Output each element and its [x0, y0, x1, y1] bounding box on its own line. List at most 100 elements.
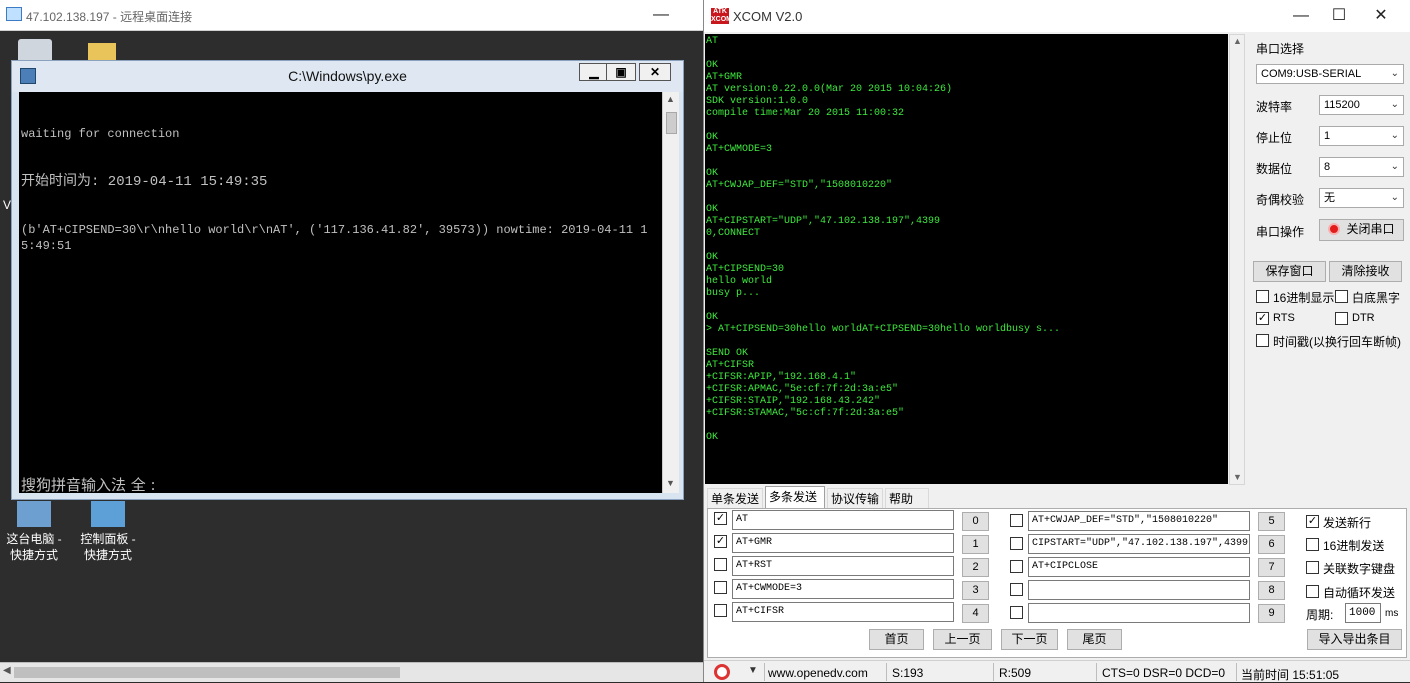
console-line: (b'AT+CIPSEND=30\r\nhello world\r\nAT', …: [21, 223, 648, 253]
send-row-button[interactable]: 5: [1258, 512, 1285, 531]
data-bits-label: 数据位: [1256, 162, 1293, 176]
scroll-down-icon[interactable]: ▼: [666, 478, 675, 488]
ime-status: 搜狗拼音输入法 全 :: [21, 476, 156, 494]
minimize-icon[interactable]: —: [1290, 5, 1312, 27]
website-link[interactable]: www.openedv.com: [768, 666, 868, 680]
send-row-button[interactable]: 9: [1258, 604, 1285, 623]
send-row-button[interactable]: 2: [962, 558, 989, 577]
console-scrollbar[interactable]: ▲ ▼: [662, 92, 679, 493]
stop-bits-select[interactable]: 1 ⌄: [1319, 126, 1404, 146]
auto-loop-checkbox[interactable]: [1306, 585, 1319, 598]
rts-label: RTS: [1273, 312, 1295, 324]
period-label: 周期:: [1306, 608, 1334, 622]
send-row-checkbox[interactable]: [1010, 537, 1023, 550]
this-pc-shortcut[interactable]: 这台电脑 - 快捷方式: [2, 501, 66, 563]
send-row-input[interactable]: AT+CIPCLOSE: [1028, 557, 1250, 577]
send-row-checkbox[interactable]: ✓: [714, 535, 727, 548]
send-row-input[interactable]: AT+GMR: [732, 533, 954, 553]
link-keyboard-checkbox[interactable]: [1306, 561, 1319, 574]
send-row-input[interactable]: AT+RST: [732, 556, 954, 576]
auto-loop-label: 自动循环发送: [1323, 586, 1396, 600]
hex-display-label: 16进制显示: [1273, 291, 1335, 305]
send-row-input[interactable]: AT+CWMODE=3: [732, 579, 954, 599]
send-row-checkbox[interactable]: ✓: [714, 512, 727, 525]
control-panel-shortcut[interactable]: 控制面板 - 快捷方式: [76, 501, 140, 563]
period-input[interactable]: 1000: [1345, 603, 1381, 623]
scroll-up-icon[interactable]: ▲: [1233, 36, 1242, 46]
console-line: waiting for connection: [21, 127, 180, 141]
settings-gear-icon[interactable]: [714, 664, 730, 680]
close-icon[interactable]: ✕: [1370, 5, 1392, 27]
scroll-left-icon[interactable]: ◀: [3, 665, 11, 676]
send-row-input[interactable]: [1028, 603, 1250, 623]
first-page-button[interactable]: 首页: [869, 629, 924, 650]
save-window-button[interactable]: 保存窗口: [1253, 261, 1326, 282]
send-row-button[interactable]: 3: [962, 581, 989, 600]
close-port-label: 关闭串口: [1346, 222, 1395, 236]
send-row-input[interactable]: [1028, 580, 1250, 600]
stop-bits-label: 停止位: [1256, 131, 1293, 145]
rts-checkbox[interactable]: ✓: [1256, 312, 1269, 325]
send-row-checkbox[interactable]: [714, 604, 727, 617]
horizontal-scroll-thumb[interactable]: [14, 667, 400, 678]
tab-help[interactable]: 帮助: [885, 488, 929, 508]
hex-send-checkbox[interactable]: [1306, 538, 1319, 551]
clear-receive-button[interactable]: 清除接收: [1329, 261, 1402, 282]
next-page-button[interactable]: 下一页: [1001, 629, 1058, 650]
chevron-down-icon: ⌄: [1390, 130, 1399, 141]
scroll-up-icon[interactable]: ▲: [666, 94, 675, 104]
hex-display-checkbox[interactable]: [1256, 290, 1269, 303]
tab-protocol[interactable]: 协议传输: [827, 488, 883, 508]
send-row-checkbox[interactable]: [1010, 514, 1023, 527]
import-export-button[interactable]: 导入导出条目: [1307, 629, 1402, 650]
horizontal-scrollbar[interactable]: ◀: [0, 662, 703, 682]
stop-bits-value: 1: [1324, 130, 1331, 142]
send-row-button[interactable]: 1: [962, 535, 989, 554]
tab-single-send[interactable]: 单条发送: [707, 488, 763, 508]
send-row-button[interactable]: 0: [962, 512, 989, 531]
send-row-checkbox[interactable]: [1010, 583, 1023, 596]
maximize-icon[interactable]: ☐: [1328, 5, 1350, 27]
send-row-checkbox[interactable]: [714, 581, 727, 594]
dtr-label: DTR: [1352, 312, 1375, 324]
send-row-input[interactable]: AT+CWJAP_DEF="STD","1508010220": [1028, 511, 1250, 531]
receive-scrollbar[interactable]: ▲ ▼: [1229, 34, 1245, 485]
send-row-input[interactable]: AT+CIFSR: [732, 602, 954, 622]
console-minimize-button[interactable]: ▁: [579, 63, 609, 81]
scroll-down-icon[interactable]: ▼: [1233, 472, 1242, 482]
send-newline-checkbox[interactable]: ✓: [1306, 515, 1319, 528]
send-row-input[interactable]: AT: [732, 510, 954, 530]
dtr-checkbox[interactable]: [1335, 312, 1348, 325]
minimize-icon[interactable]: —: [650, 4, 672, 26]
chevron-down-icon: ⌄: [1390, 99, 1399, 110]
send-row-checkbox[interactable]: [1010, 560, 1023, 573]
receive-area[interactable]: AT OK AT+GMR AT version:0.22.0.0(Mar 20 …: [705, 34, 1228, 484]
white-black-checkbox[interactable]: [1335, 290, 1348, 303]
parity-value: 无: [1324, 192, 1335, 204]
send-row-button[interactable]: 8: [1258, 581, 1285, 600]
send-row-button[interactable]: 4: [962, 604, 989, 623]
xcom-window: ATK XCOM XCOM V2.0 — ☐ ✕ AT OK AT+GMR AT …: [703, 0, 1410, 682]
send-row-input[interactable]: CIPSTART="UDP","47.102.138.197",4399: [1028, 534, 1250, 554]
send-row-checkbox[interactable]: [714, 558, 727, 571]
send-row-button[interactable]: 7: [1258, 558, 1285, 577]
parity-select[interactable]: 无 ⌄: [1319, 188, 1404, 208]
this-pc-label-1: 这台电脑 -: [6, 532, 62, 546]
data-bits-select[interactable]: 8 ⌄: [1319, 157, 1404, 177]
send-row-checkbox[interactable]: [1010, 606, 1023, 619]
port-value: COM9:USB-SERIAL: [1261, 68, 1362, 80]
close-port-button[interactable]: 关闭串口: [1319, 219, 1404, 241]
scroll-thumb[interactable]: [666, 112, 677, 134]
chevron-down-icon[interactable]: ▼: [748, 665, 758, 676]
port-select[interactable]: COM9:USB-SERIAL ⌄: [1256, 64, 1404, 84]
timestamp-checkbox[interactable]: [1256, 334, 1269, 347]
side-letter: V: [3, 198, 12, 212]
last-page-button[interactable]: 尾页: [1067, 629, 1122, 650]
console-maximize-button[interactable]: ▣: [606, 63, 636, 81]
tab-multi-send[interactable]: 多条发送: [765, 486, 825, 509]
hex-send-label: 16进制发送: [1323, 539, 1385, 553]
baud-select[interactable]: 115200 ⌄: [1319, 95, 1404, 115]
console-close-button[interactable]: ✕: [639, 63, 671, 81]
prev-page-button[interactable]: 上一页: [933, 629, 992, 650]
send-row-button[interactable]: 6: [1258, 535, 1285, 554]
